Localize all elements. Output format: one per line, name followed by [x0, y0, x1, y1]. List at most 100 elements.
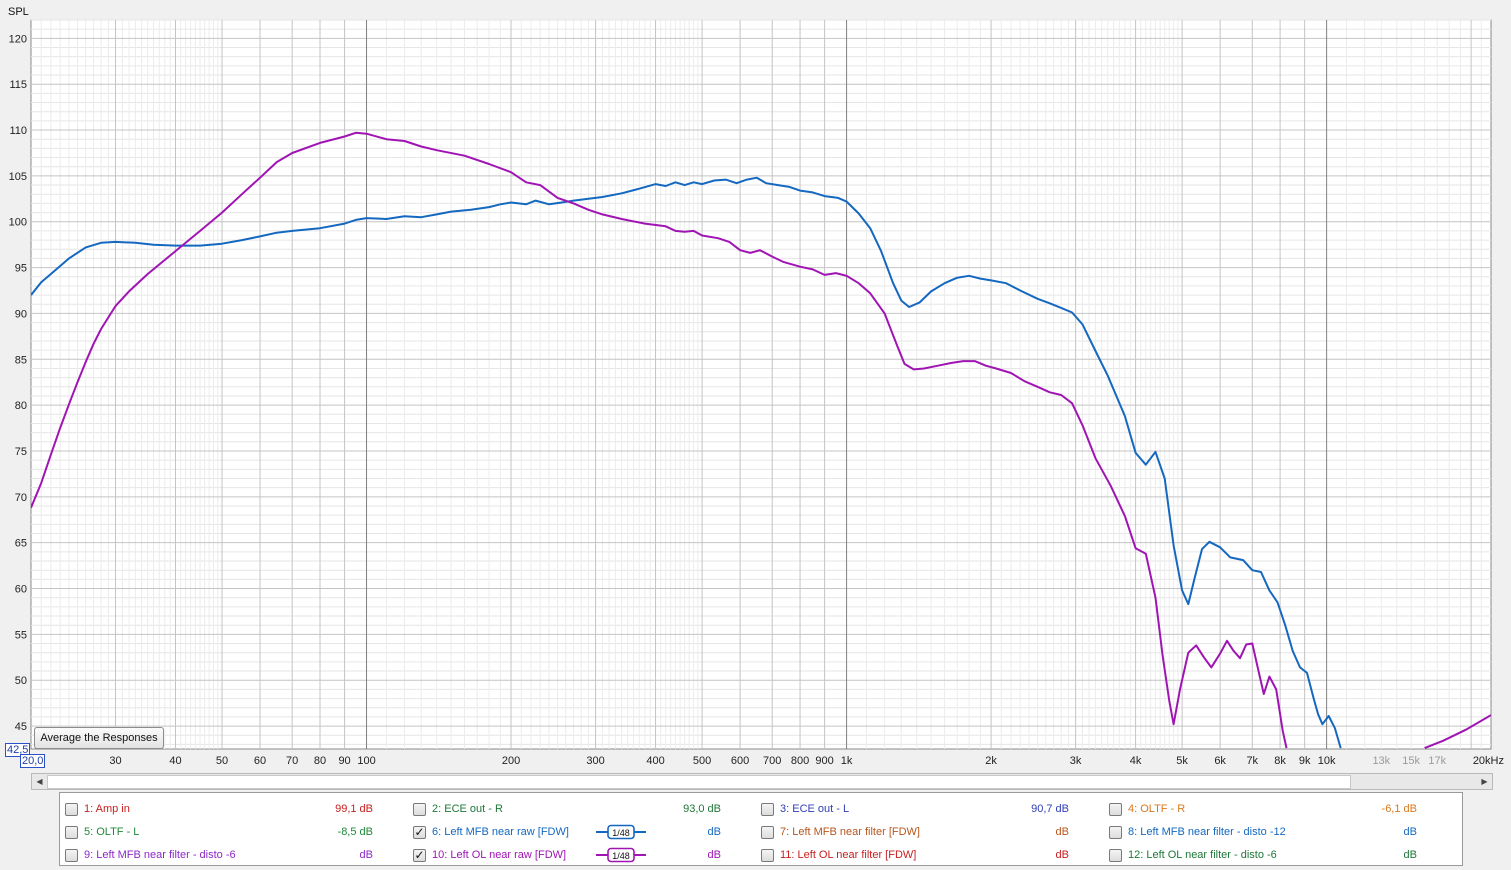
x-tick-label: 700: [763, 755, 781, 767]
y-tick-label: 110: [9, 125, 27, 137]
legend-label: 11: Left OL near filter [FDW]: [780, 849, 917, 861]
legend-item[interactable]: 9: Left MFB near filter - disto -6 dB: [60, 845, 405, 867]
scroll-left-icon[interactable]: ◀: [32, 774, 47, 789]
x-tick-label: 13k: [1372, 755, 1390, 767]
x-tick-label: 200: [502, 755, 520, 767]
legend-label: 9: Left MFB near filter - disto -6: [84, 849, 236, 861]
x-tick-label: 20kHz: [1473, 755, 1504, 767]
legend-item[interactable]: ✓ 6: Left MFB near raw [FDW] 1/48 dB: [408, 822, 753, 844]
x-tick-label: 70: [286, 755, 298, 767]
horizontal-scrollbar[interactable]: ◀ ▶: [31, 773, 1493, 790]
legend-label: 8: Left MFB near filter - disto -12: [1128, 826, 1286, 838]
x-tick-label: 600: [731, 755, 749, 767]
legend-item[interactable]: 1: Amp in 99,1 dB: [60, 799, 405, 821]
y-tick-labels: 45 50 55 60 65 70 75 80 85 90 95 100 105 110 115 120: [9, 33, 27, 733]
legend-label: 12: Left OL near filter - disto -6: [1128, 849, 1277, 861]
legend-value: -6,1 dB: [1381, 803, 1417, 815]
y-tick-label: 75: [15, 446, 27, 458]
x-tick-label: 1k: [841, 755, 853, 767]
legend-item[interactable]: 11: Left OL near filter [FDW] dB: [756, 845, 1101, 867]
legend-item[interactable]: ✓ 10: Left OL near raw [FDW] 1/48 dB: [408, 845, 753, 867]
y-tick-label: 45: [15, 721, 27, 733]
legend-item[interactable]: 5: OLTF - L -8,5 dB: [60, 822, 405, 844]
legend-value: 93,0 dB: [683, 803, 721, 815]
legend-value: dB: [1403, 826, 1417, 838]
legend-checkbox[interactable]: [1109, 803, 1122, 816]
legend-checkbox[interactable]: [413, 803, 426, 816]
smoothing-label: 1/48: [612, 851, 630, 861]
scroll-right-icon[interactable]: ▶: [1477, 774, 1492, 789]
y-tick-label: 115: [9, 79, 27, 91]
legend-checkbox[interactable]: [65, 826, 78, 839]
legend-item[interactable]: 4: OLTF - R -6,1 dB: [1104, 799, 1449, 821]
legend-checkbox[interactable]: [65, 849, 78, 862]
legend-label: 5: OLTF - L: [84, 826, 140, 838]
legend-row: 1: Amp in 99,1 dB 2: ECE out - R 93,0 dB 3: …: [60, 799, 1462, 821]
legend-label: 6: Left MFB near raw [FDW]: [432, 826, 569, 838]
legend-checkbox[interactable]: [1109, 826, 1122, 839]
frequency-response-chart[interactable]: 45 50 55 60 65 70 75 80 85 90 95 100 105 110 115 120 30…: [0, 0, 1511, 770]
x-tick-label: 500: [693, 755, 711, 767]
smoothing-label: 1/48: [612, 828, 630, 838]
legend-value: dB: [707, 849, 721, 861]
legend-checkbox[interactable]: [65, 803, 78, 816]
legend-value: -8,5 dB: [337, 826, 373, 838]
x-tick-label: 900: [815, 755, 833, 767]
y-tick-label: 120: [9, 33, 27, 45]
legend-value: 90,7 dB: [1031, 803, 1069, 815]
x-tick-label: 7k: [1246, 755, 1258, 767]
x-tick-label: 2k: [985, 755, 997, 767]
legend-checkbox[interactable]: [761, 826, 774, 839]
y-tick-label: 105: [9, 171, 27, 183]
y-tick-label: 80: [15, 400, 27, 412]
legend-checkbox[interactable]: [1109, 849, 1122, 862]
legend-checkbox[interactable]: ✓: [413, 849, 426, 862]
legend-row: 9: Left MFB near filter - disto -6 dB ✓ 10:…: [60, 845, 1462, 867]
y-tick-label: 65: [15, 538, 27, 550]
legend-item[interactable]: 12: Left OL near filter - disto -6 dB: [1104, 845, 1449, 867]
x-tick-label: 50: [216, 755, 228, 767]
x-min-box[interactable]: 20,0: [20, 754, 46, 768]
legend-value: dB: [1055, 849, 1069, 861]
legend-label: 10: Left OL near raw [FDW]: [432, 849, 567, 861]
smoothing-indicator[interactable]: 1/48: [596, 824, 646, 840]
plot-area[interactable]: [30, 19, 1492, 750]
x-tick-label: 80: [314, 755, 326, 767]
y-tick-label: 100: [9, 217, 27, 229]
x-tick-label: 4k: [1130, 755, 1142, 767]
x-tick-label: 60: [254, 755, 266, 767]
legend-label: 2: ECE out - R: [432, 803, 503, 815]
legend-item[interactable]: 7: Left MFB near filter [FDW] dB: [756, 822, 1101, 844]
legend-value: 99,1 dB: [335, 803, 373, 815]
smoothing-indicator[interactable]: 1/48: [596, 847, 646, 863]
scroll-thumb[interactable]: [47, 775, 1351, 789]
average-responses-button[interactable]: Average the Responses: [34, 727, 164, 749]
x-tick-label: 90: [338, 755, 350, 767]
legend-label: 3: ECE out - L: [780, 803, 850, 815]
y-tick-label: 50: [15, 675, 27, 687]
legend-checkbox[interactable]: [761, 849, 774, 862]
legend-checkbox[interactable]: ✓: [413, 826, 426, 839]
measurement-legend: 1: Amp in 99,1 dB 2: ECE out - R 93,0 dB 3: …: [59, 792, 1463, 866]
y-axis-title: SPL: [8, 6, 29, 18]
y-tick-label: 60: [15, 584, 27, 596]
x-tick-label: 30: [109, 755, 121, 767]
x-tick-label: 300: [586, 755, 604, 767]
legend-item[interactable]: 8: Left MFB near filter - disto -12 dB: [1104, 822, 1449, 844]
legend-checkbox[interactable]: [761, 803, 774, 816]
x-tick-label: 400: [646, 755, 664, 767]
legend-value: dB: [1055, 826, 1069, 838]
legend-label: 1: Amp in: [84, 803, 130, 815]
legend-value: dB: [707, 826, 721, 838]
x-tick-label: 10k: [1318, 755, 1336, 767]
x-tick-label: 8k: [1274, 755, 1286, 767]
y-tick-label: 55: [15, 629, 27, 641]
x-tick-label: 15k: [1402, 755, 1420, 767]
y-tick-label: 95: [15, 263, 27, 275]
legend-item[interactable]: 3: ECE out - L 90,7 dB: [756, 799, 1101, 821]
x-tick-label: 6k: [1214, 755, 1226, 767]
legend-item[interactable]: 2: ECE out - R 93,0 dB: [408, 799, 753, 821]
legend-label: 4: OLTF - R: [1128, 803, 1186, 815]
legend-row: 5: OLTF - L -8,5 dB ✓ 6: Left MFB near raw …: [60, 822, 1462, 844]
x-tick-label: 17k: [1428, 755, 1446, 767]
